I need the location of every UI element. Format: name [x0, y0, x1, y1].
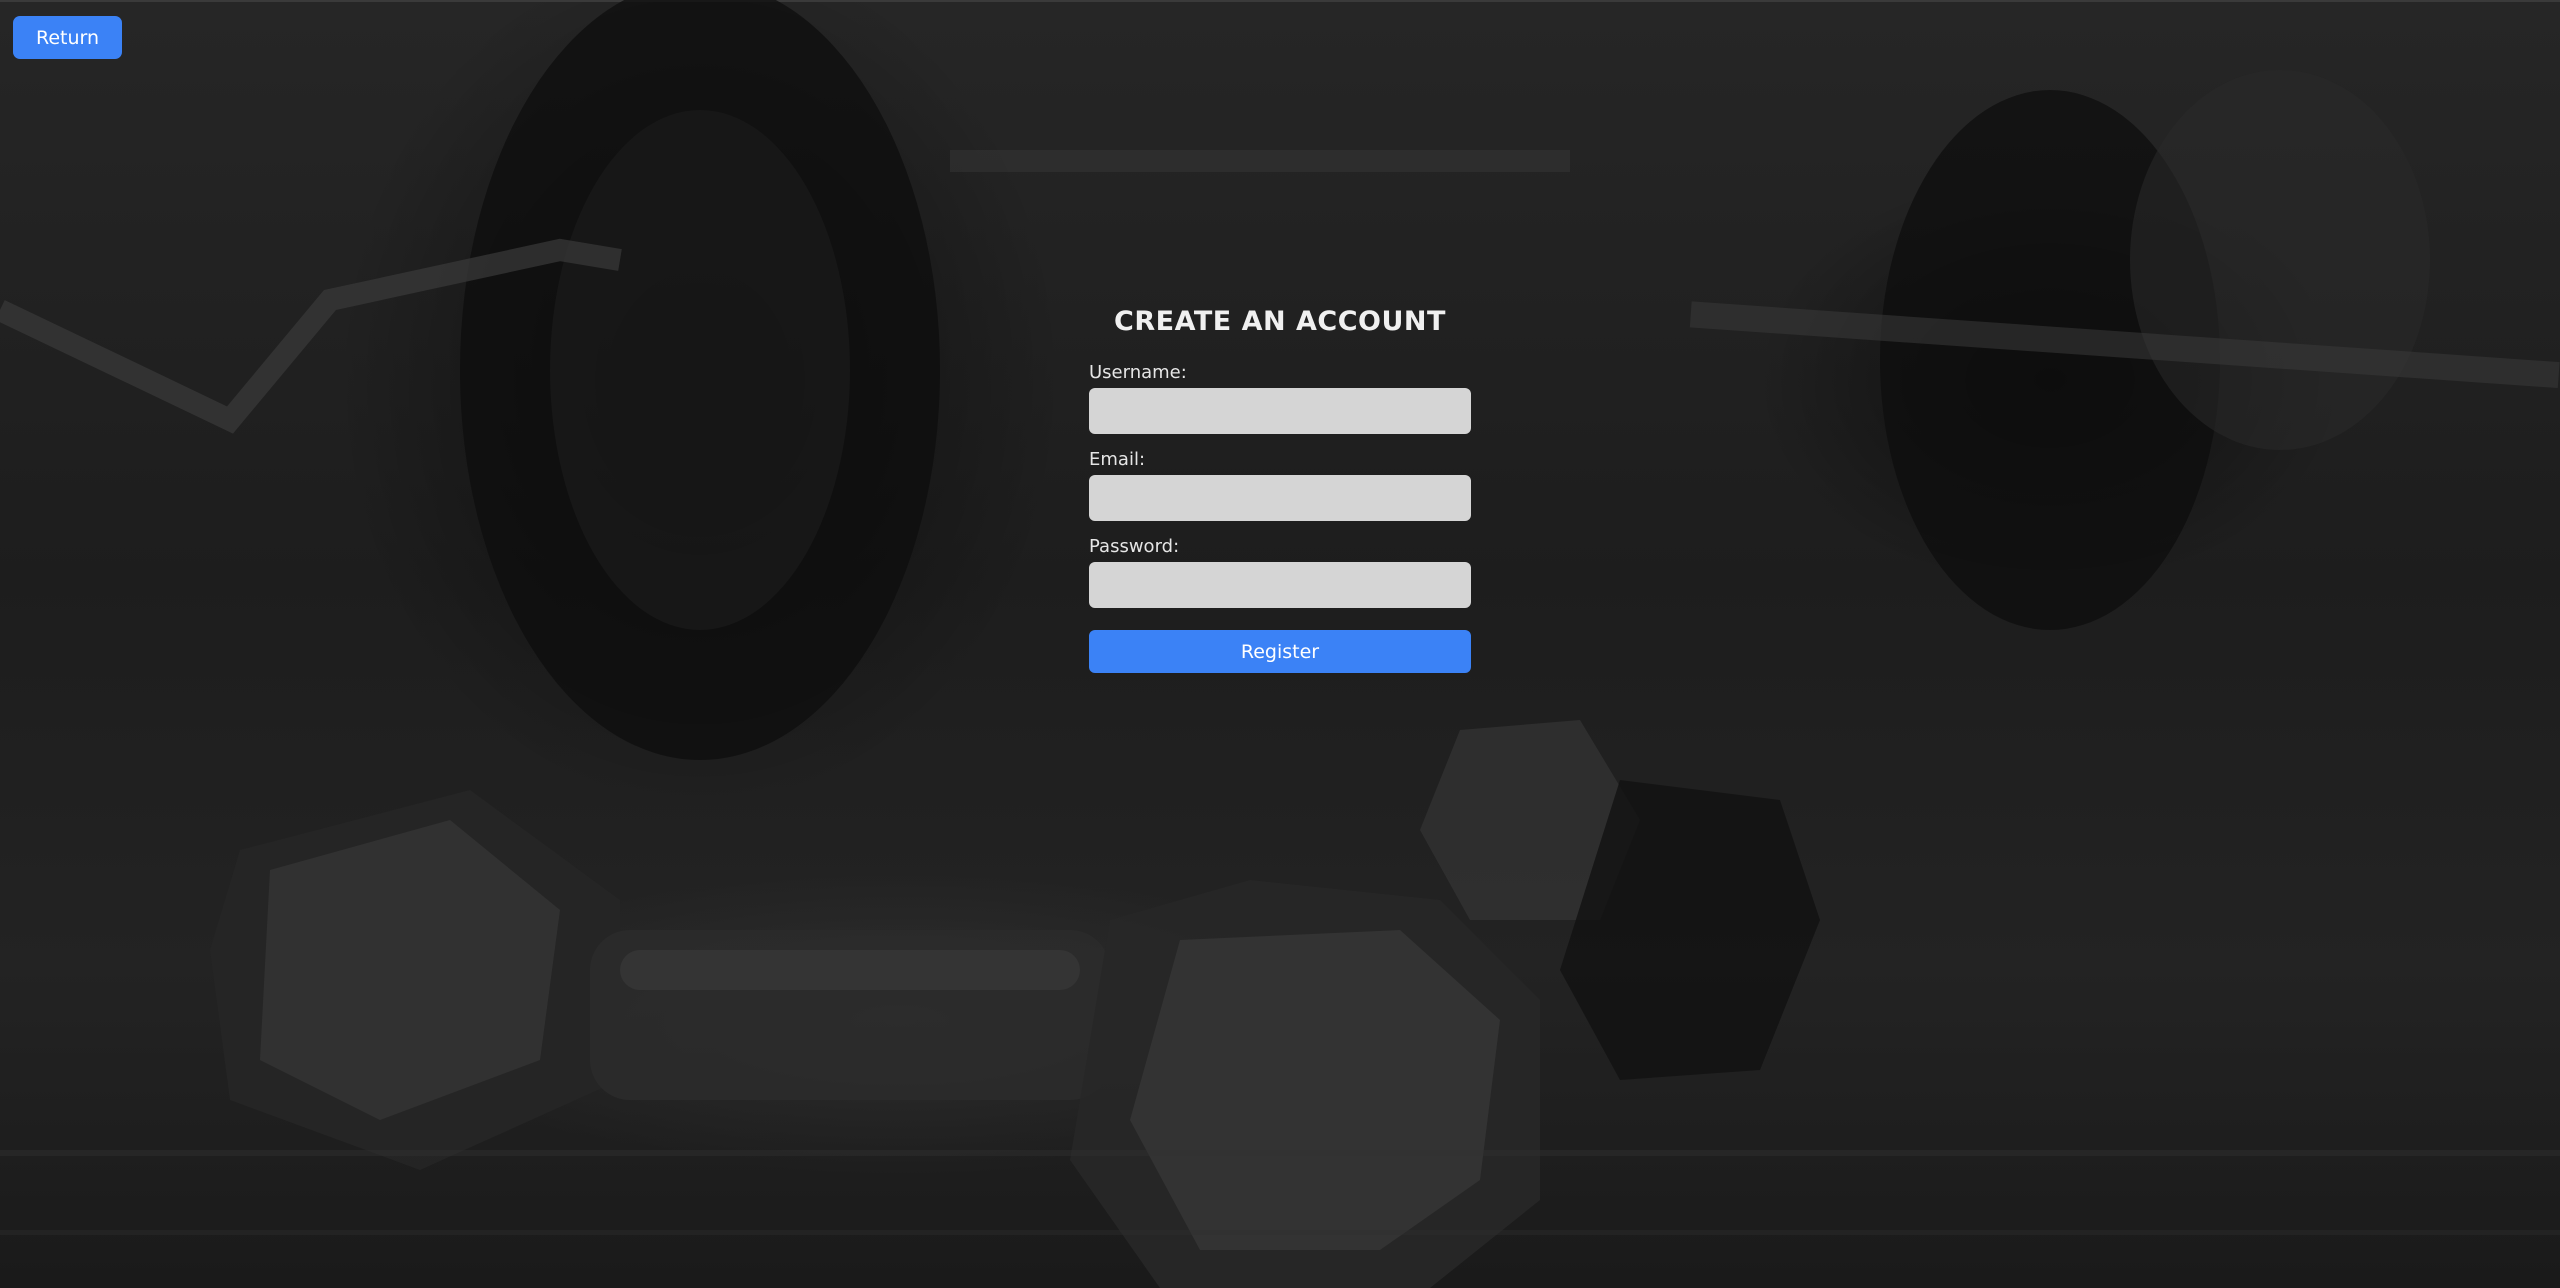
email-label: Email:	[1089, 449, 1146, 470]
register-button[interactable]: Register	[1089, 630, 1471, 673]
username-label: Username:	[1089, 362, 1187, 383]
form-title: CREATE AN ACCOUNT	[1114, 306, 1446, 337]
password-input[interactable]	[1089, 562, 1471, 608]
email-input[interactable]	[1089, 475, 1471, 521]
register-page: Return CREATE AN ACCOUNT Username: Email…	[0, 0, 2560, 1288]
return-button[interactable]: Return	[13, 16, 122, 59]
password-label: Password:	[1089, 536, 1180, 557]
username-input[interactable]	[1089, 388, 1471, 434]
register-form: CREATE AN ACCOUNT Username: Email: Passw…	[1089, 300, 1471, 673]
